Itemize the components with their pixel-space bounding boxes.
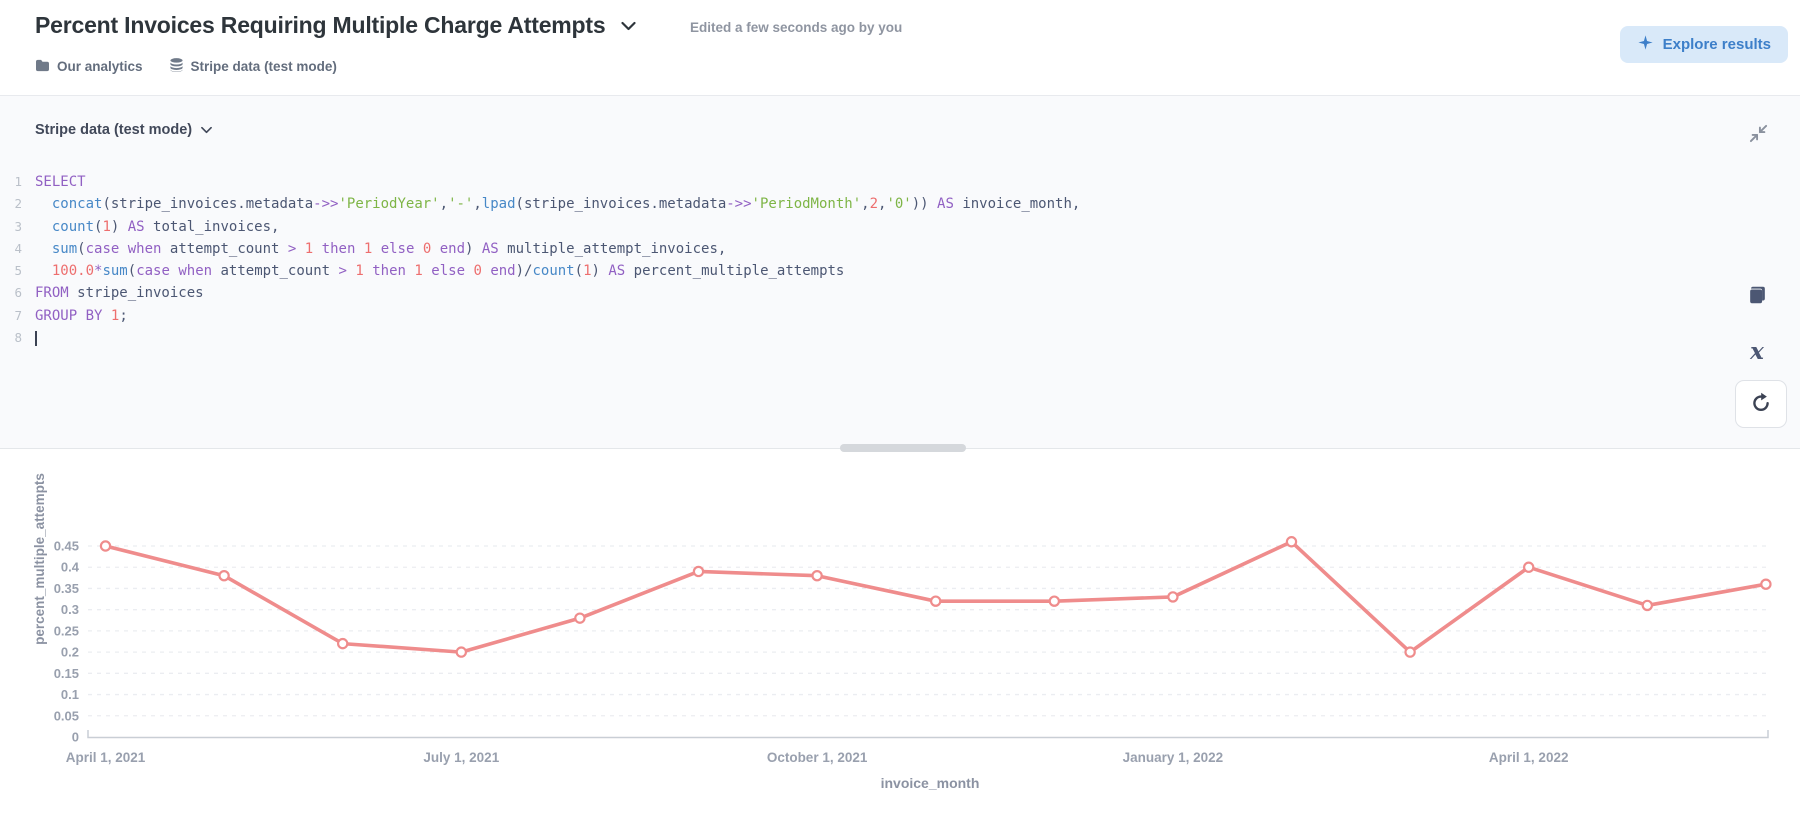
y-axis-title: percent_multiple_attempts — [32, 473, 47, 645]
y-tick-label: 0 — [72, 730, 79, 745]
data-point[interactable] — [455, 646, 467, 658]
x-tick-label: January 1, 2022 — [1123, 750, 1224, 765]
line-number: 5 — [14, 263, 22, 279]
sql-line[interactable]: 3 count(1) AS total_invoices, — [0, 216, 1730, 238]
datasource-label: Stripe data (test mode) — [35, 122, 193, 138]
visualization-area: 0 0.05 0.1 0.15 0.2 0.25 0.3 0.35 0.4 0.45 April 1… — [0, 449, 1800, 838]
data-reference-book-icon[interactable] — [1744, 282, 1770, 308]
data-point[interactable] — [1522, 561, 1535, 573]
data-point[interactable] — [1404, 646, 1416, 658]
x-axis-line — [87, 730, 1769, 739]
refresh-icon — [1750, 392, 1772, 417]
query-builder-page: { "header": { "title": "Percent Invoices… — [0, 0, 1800, 838]
sql-line[interactable]: 5 100.0*sum(case when attempt_count > 1 … — [0, 260, 1730, 282]
data-point[interactable] — [218, 570, 230, 582]
text-cursor — [35, 330, 37, 346]
sql-code-editor[interactable]: 1 SELECT 2 concat(stripe_invoices.metadata… — [0, 171, 1730, 438]
data-point[interactable] — [337, 637, 349, 650]
question-title[interactable]: Percent Invoices Requiring Multiple Char… — [35, 12, 606, 39]
data-point[interactable] — [1285, 536, 1298, 548]
variables-icon[interactable]: x — [1744, 338, 1770, 365]
sparkle-plus-icon — [1637, 34, 1654, 55]
x-tick-label: July 1, 2021 — [423, 750, 499, 765]
data-point[interactable] — [692, 565, 705, 578]
sql-line[interactable]: 4 sum(case when attempt_count > 1 then 1… — [0, 238, 1730, 260]
sql-line[interactable]: 6 FROM stripe_invoices — [0, 282, 1730, 304]
data-point[interactable] — [574, 612, 586, 624]
data-point[interactable] — [99, 540, 112, 552]
page-header: Percent Invoices Requiring Multiple Char… — [0, 0, 1800, 95]
x-tick-label: October 1, 2021 — [767, 750, 868, 765]
sql-line[interactable]: 1 SELECT — [0, 171, 1730, 193]
line-number: 1 — [14, 174, 22, 189]
y-tick-label: 0.15 — [54, 666, 79, 681]
collapse-editor-icon[interactable] — [1746, 121, 1770, 145]
breadcrumb-collection[interactable]: Our analytics — [35, 59, 143, 75]
x-tick-label: April 1, 2022 — [1489, 750, 1569, 765]
line-number: 7 — [14, 307, 22, 323]
data-point[interactable] — [1641, 599, 1654, 612]
line-chart[interactable]: 0 0.05 0.1 0.15 0.2 0.25 0.3 0.35 0.4 0.45 April 1… — [0, 449, 1800, 838]
run-query-button[interactable] — [1735, 380, 1787, 428]
line-number: 4 — [14, 240, 22, 256]
breadcrumb: Our analytics Stripe data (test mode) — [35, 58, 337, 75]
y-tick-label: 0.25 — [54, 623, 79, 638]
breadcrumb-database[interactable]: Stripe data (test mode) — [169, 58, 337, 75]
data-point[interactable] — [1048, 595, 1061, 607]
y-tick-label: 0.35 — [54, 581, 79, 596]
datasource-chevron-down-icon — [201, 121, 213, 139]
y-tick-label: 0.3 — [61, 602, 79, 617]
y-tick-label: 0.45 — [54, 539, 79, 554]
line-number: 8 — [14, 330, 22, 346]
title-chevron-down-icon[interactable] — [621, 21, 637, 31]
folder-icon — [35, 59, 50, 75]
y-tick-label: 0.4 — [61, 560, 80, 575]
data-point[interactable] — [1167, 591, 1179, 603]
sql-line[interactable]: 8 — [0, 327, 1730, 349]
edited-timestamp: Edited a few seconds ago by you — [690, 20, 903, 35]
y-tick-label: 0.1 — [61, 687, 79, 702]
sql-line[interactable]: 7 GROUP BY 1; — [0, 305, 1730, 327]
x-tick-label: April 1, 2021 — [66, 750, 146, 765]
line-number: 2 — [14, 196, 22, 212]
sql-line[interactable]: 2 concat(stripe_invoices.metadata->>'Per… — [0, 193, 1730, 215]
data-point[interactable] — [1760, 578, 1772, 590]
y-tick-label: 0.05 — [54, 708, 79, 723]
y-tick-label: 0.2 — [61, 645, 79, 660]
line-number: 3 — [14, 218, 22, 234]
datasource-selector[interactable]: Stripe data (test mode) — [35, 121, 213, 139]
x-axis-title: invoice_month — [881, 775, 980, 791]
data-point[interactable] — [811, 570, 823, 582]
resize-drag-handle[interactable] — [840, 444, 966, 452]
line-number: 6 — [14, 285, 22, 301]
database-icon — [169, 58, 184, 75]
native-query-editor: Stripe data (test mode) 1 SELECT 2 concat(… — [0, 95, 1800, 449]
data-point[interactable] — [930, 595, 942, 607]
explore-results-button[interactable]: Explore results — [1619, 26, 1788, 63]
